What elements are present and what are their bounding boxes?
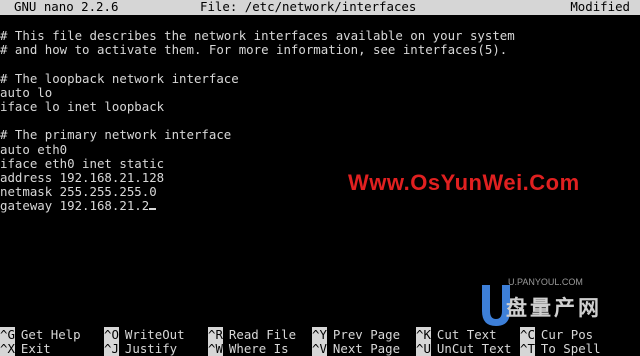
shortcut-exit[interactable]: ^X Exit: [0, 341, 51, 356]
nano-title-bar: GNU nano 2.2.6 File: /etc/network/interf…: [0, 0, 640, 15]
editor-line[interactable]: iface lo inet loopback: [0, 100, 640, 114]
editor-line[interactable]: auto lo: [0, 86, 640, 100]
shortcut-bar: ^G Get Help ^O WriteOut ^R Read File ^Y Prev…: [0, 327, 640, 356]
logo-url: U.PANYOUL.COM: [508, 277, 583, 287]
editor-line-current[interactable]: gateway 192.168.21.2: [0, 199, 640, 213]
editor-line[interactable]: iface eth0 inet static: [0, 157, 640, 171]
shortcut-row: ^G Get Help ^O WriteOut ^R Read File ^Y Prev…: [0, 327, 640, 342]
editor-line[interactable]: # This file describes the network interf…: [0, 29, 640, 43]
shortcut-uncut-text[interactable]: ^U UnCut Text: [416, 341, 512, 356]
shortcut-where-is[interactable]: ^W Where Is: [208, 341, 289, 356]
editor-line[interactable]: auto eth0: [0, 143, 640, 157]
text-cursor: [149, 208, 157, 211]
shortcut-justify[interactable]: ^J Justify: [104, 341, 177, 356]
editor-line[interactable]: # and how to activate them. For more inf…: [0, 43, 640, 57]
file-path: File: /etc/network/interfaces: [200, 0, 417, 14]
editor-line[interactable]: [0, 114, 640, 128]
editor-line-text: gateway 192.168.21.2: [0, 199, 150, 214]
editor-line[interactable]: # The loopback network interface: [0, 72, 640, 86]
watermark-text: Www.OsYunWei.Com: [348, 170, 580, 195]
app-version: GNU nano 2.2.6: [14, 0, 119, 14]
shortcut-to-spell[interactable]: ^T To Spell: [520, 341, 601, 356]
shortcut-row: ^X Exit ^J Justify ^W Where Is ^V Next Page …: [0, 341, 640, 356]
editor-line[interactable]: [0, 57, 640, 71]
shortcut-next-page[interactable]: ^V Next Page: [312, 341, 400, 356]
modified-status: Modified: [570, 0, 630, 14]
editor-line[interactable]: # The primary network interface: [0, 128, 640, 142]
logo-text: 盘量产网: [506, 297, 602, 320]
